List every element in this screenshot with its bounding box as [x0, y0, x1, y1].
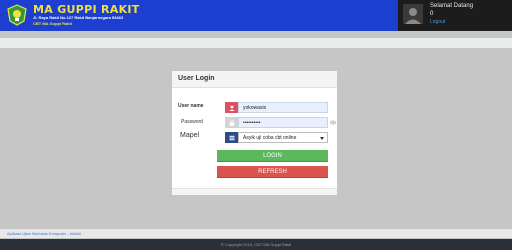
lock-icon: [225, 117, 238, 128]
username-input[interactable]: [238, 102, 328, 113]
school-address: Jl. Raya Rakit No.127 Rakit Banjarnegara…: [33, 15, 124, 20]
login-card-header: User Login: [172, 71, 337, 88]
sub-header-bar: [0, 38, 512, 48]
status-text: Aplikasi Ujian Berbasis Komputer - #####: [7, 231, 81, 236]
mapel-select[interactable]: Asyik uji coba cbt online: [238, 132, 328, 143]
list-icon: [225, 132, 238, 143]
username-label: User name: [178, 103, 204, 109]
copyright-text: © Copyright 2015, CBT MA Guppi Rakit: [220, 242, 292, 247]
user-icon: [225, 102, 238, 113]
login-card-footer: [172, 188, 337, 195]
mapel-selected-value: Asyik uji coba cbt online: [243, 135, 297, 141]
logout-link[interactable]: Logout: [430, 19, 445, 25]
login-card: User Login User name Password Mapel Asyi…: [172, 71, 337, 195]
status-bar: Aplikasi Ujian Berbasis Komputer - #####: [0, 229, 512, 238]
user-panel: Selamat Datang 0 Logout: [398, 0, 512, 31]
school-crest-icon: [7, 4, 27, 26]
school-ids: CBT MA Guppi Rakit: [33, 21, 72, 26]
caret-down-icon: [320, 137, 324, 140]
mapel-label: Mapel: [180, 132, 200, 139]
login-title: User Login: [178, 75, 215, 82]
user-silhouette-icon: [403, 4, 423, 24]
eye-icon[interactable]: [330, 120, 336, 125]
refresh-button[interactable]: REFRESH: [217, 166, 328, 178]
page-footer: © Copyright 2015, CBT MA Guppi Rakit: [0, 239, 512, 250]
password-label: Password: [181, 119, 203, 125]
top-header: MA GUPPI RAKIT Jl. Raya Rakit No.127 Rak…: [0, 0, 512, 31]
user-name: 0: [430, 11, 434, 17]
login-button[interactable]: LOGIN: [217, 150, 328, 162]
welcome-text: Selamat Datang: [430, 3, 474, 9]
password-input[interactable]: [238, 117, 328, 128]
